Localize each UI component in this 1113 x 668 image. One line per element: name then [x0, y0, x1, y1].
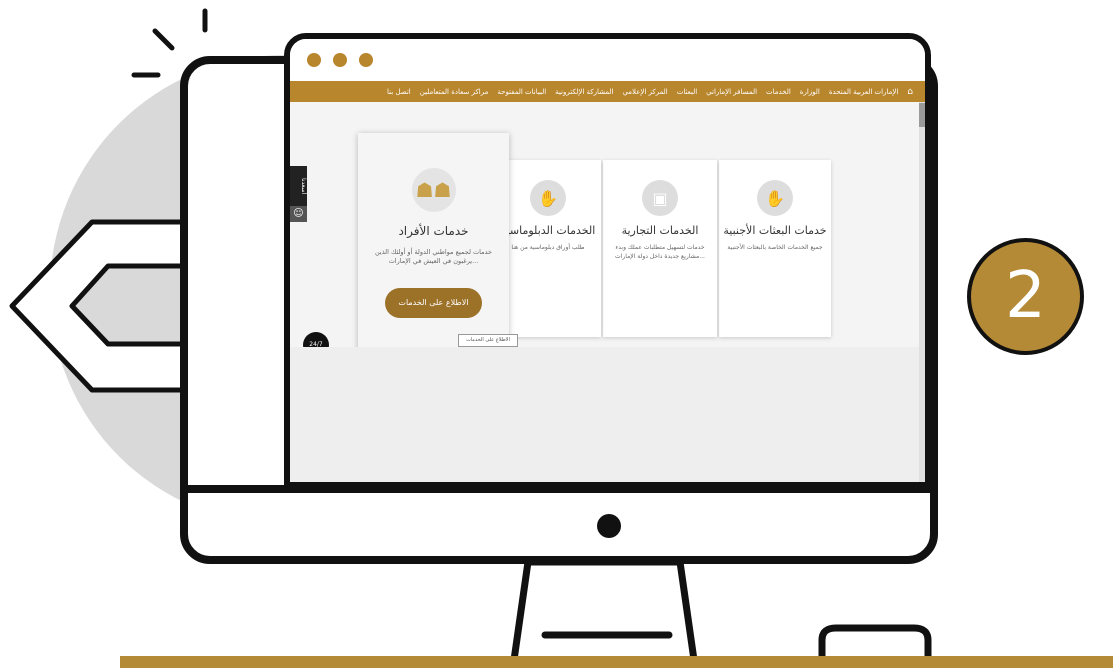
nav-item-media[interactable]: المركز الإعلامي	[622, 88, 667, 96]
handshake-icon: ✋	[530, 180, 566, 216]
handshake-icon: ✋	[757, 180, 793, 216]
window-dot-3[interactable]	[359, 53, 373, 67]
browser-titlebar	[290, 39, 925, 81]
card-title: خدمات البعثات الأجنبية	[723, 224, 827, 237]
nav-item-traveller[interactable]: المسافر الإماراتي	[706, 88, 757, 96]
people-group-icon: ☗☗	[411, 168, 456, 212]
card-desc: طلب أوراق دبلوماسية من هنا	[511, 244, 585, 252]
card-desc: جميع الخدمات الخاصة بالبعثات الأجنبية	[727, 244, 823, 252]
smile-icon[interactable]: ☺	[290, 206, 307, 222]
window-dot-2[interactable]	[333, 53, 347, 67]
screen-area: ⌂ الإمارات العربية المتحدة الوزارة الخدم…	[290, 81, 925, 482]
nav-item-contact[interactable]: اتصل بنا	[387, 88, 411, 96]
button-tooltip: الاطلاع على الخدمات	[458, 334, 518, 347]
page-lower-area	[290, 347, 925, 482]
step-number-badge: 2	[967, 238, 1084, 355]
scrollbar-thumb[interactable]	[919, 103, 925, 127]
gold-baseline	[120, 656, 1113, 668]
card-desc: خدمات لجميع مواطني الدولة أو أولئك الذين…	[374, 248, 493, 266]
camera-dot	[597, 514, 621, 538]
services-section: أسعدنا ☺ ✋ خدمات البعثات الأجنبية جميع ا…	[290, 102, 925, 358]
monitor-stand	[510, 558, 698, 664]
home-icon[interactable]: ⌂	[907, 87, 913, 97]
nav-item-missions[interactable]: البعثات	[677, 88, 697, 96]
nav-item-ministry[interactable]: الوزارة	[800, 88, 820, 96]
card-commercial[interactable]: ▣ الخدمات التجارية خدمات لتسهيل متطلبات …	[603, 160, 717, 337]
card-foreign-missions[interactable]: ✋ خدمات البعثات الأجنبية جميع الخدمات ال…	[719, 160, 831, 337]
card-individuals[interactable]: ☗☗ خدمات الأفراد خدمات لجميع مواطني الدو…	[358, 133, 509, 358]
card-title: الخدمات التجارية	[621, 224, 699, 237]
briefcase-icon: ▣	[642, 180, 678, 216]
happiness-side-tab[interactable]: أسعدنا	[290, 166, 307, 206]
main-navbar: ⌂ الإمارات العربية المتحدة الوزارة الخدم…	[290, 81, 925, 102]
nav-item-eparticipation[interactable]: المشاركة الإلكترونية	[555, 88, 613, 96]
page-scrollbar[interactable]	[919, 102, 925, 482]
card-desc: خدمات لتسهيل متطلبات عملك وبدء مشاريع جد…	[615, 244, 705, 260]
nav-item-happiness[interactable]: مراكز سعادة المتعاملين	[420, 88, 489, 96]
browser-window: ⌂ الإمارات العربية المتحدة الوزارة الخدم…	[284, 33, 931, 488]
nav-item-opendata[interactable]: البيانات المفتوحة	[497, 88, 546, 96]
card-title: خدمات الأفراد	[398, 224, 469, 238]
view-services-button[interactable]: الاطلاع على الخدمات	[385, 288, 482, 319]
card-diplomatic[interactable]: ✋ الخدمات الدبلوماسية طلب أوراق دبلوماسي…	[495, 160, 601, 337]
nav-item-services[interactable]: الخدمات	[766, 88, 791, 96]
card-title: الخدمات الدبلوماسية	[500, 224, 596, 237]
nav-item-uae[interactable]: الإمارات العربية المتحدة	[829, 88, 898, 96]
window-dot-1[interactable]	[307, 53, 321, 67]
